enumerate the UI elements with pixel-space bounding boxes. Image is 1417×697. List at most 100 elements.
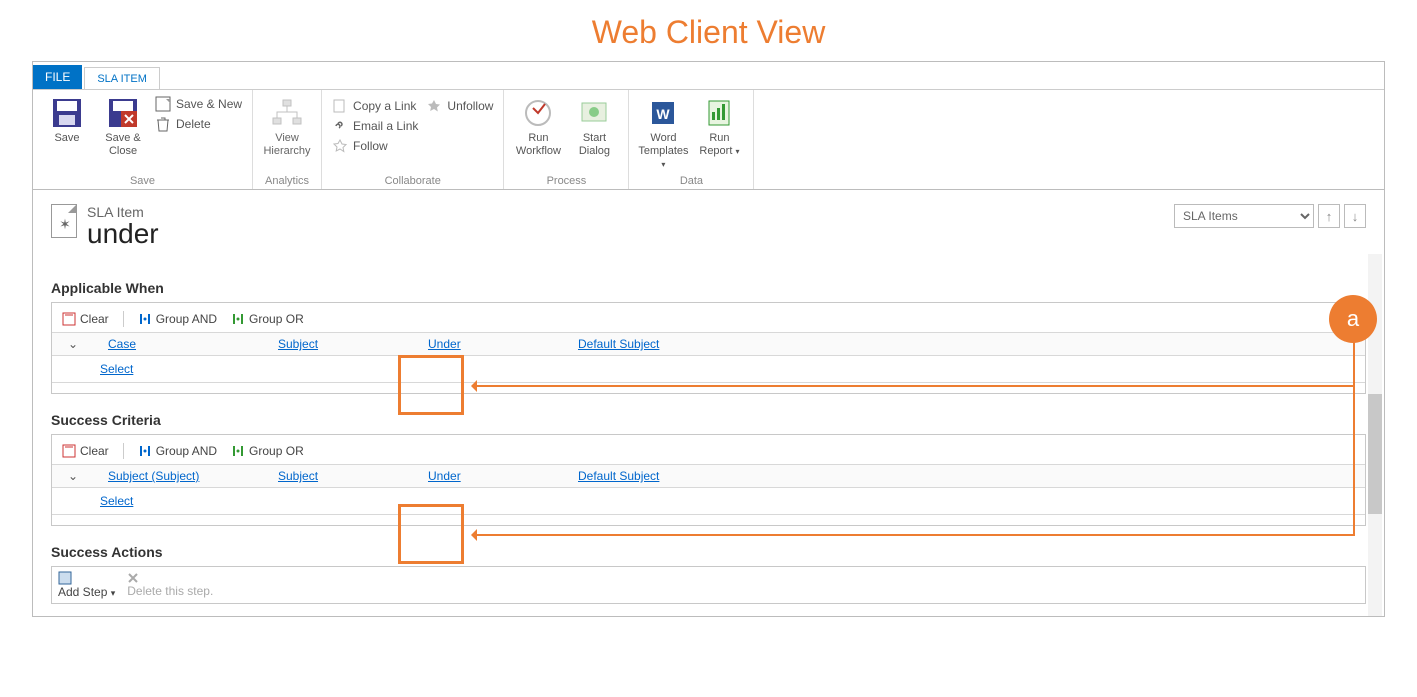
view-hierarchy-button[interactable]: View Hierarchy <box>259 94 315 173</box>
applicable-heading: Applicable When <box>51 280 1366 296</box>
group-and-icon <box>138 312 152 326</box>
email-link-label: Email a Link <box>353 119 418 133</box>
svg-text:W: W <box>657 106 671 122</box>
delete-step-button[interactable]: Delete this step. <box>127 572 213 598</box>
applicable-operator-link[interactable]: Under <box>428 337 578 351</box>
delete-icon <box>155 116 171 132</box>
ribbon-group-data: W Word Templates ▾ Run Report ▾ Data <box>629 90 754 189</box>
group-or-icon <box>231 312 245 326</box>
record-nav-next[interactable]: ↓ <box>1344 204 1366 228</box>
tab-file[interactable]: FILE <box>33 65 82 89</box>
ribbon-group-analytics: View Hierarchy Analytics <box>253 90 322 189</box>
form-body: Applicable When Clear Group AND Group OR <box>33 254 1384 616</box>
record-nav: SLA Items ↑ ↓ <box>1174 204 1366 228</box>
add-step-icon <box>58 571 115 585</box>
form-header: ✶ SLA Item under SLA Items ↑ ↓ <box>33 190 1384 254</box>
ribbon-group-process-label: Process <box>510 173 622 189</box>
group-or-icon <box>231 444 245 458</box>
tab-sla-item[interactable]: SLA ITEM <box>84 67 160 89</box>
arrow-up-icon: ↑ <box>1326 209 1333 224</box>
follow-label: Follow <box>353 139 388 153</box>
save-new-button[interactable]: Save & New <box>155 96 242 112</box>
ribbon-group-save: Save Save & Close Save & New <box>33 90 253 189</box>
applicable-clear-label: Clear <box>80 312 109 326</box>
actions-heading: Success Actions <box>51 544 1366 560</box>
add-step-button[interactable]: Add Step ▾ <box>58 571 115 599</box>
save-close-button[interactable]: Save & Close <box>95 94 151 173</box>
applicable-group-or-label: Group OR <box>249 312 304 326</box>
delete-step-label: Delete this step. <box>127 584 213 598</box>
add-step-label: Add Step <box>58 585 107 599</box>
copy-link-label: Copy a Link <box>353 99 416 113</box>
save-button[interactable]: Save <box>39 94 95 173</box>
applicable-condition-row[interactable]: ⌄ Case Subject Under Default Subject <box>52 332 1365 356</box>
follow-icon <box>332 138 348 154</box>
applicable-group-and-button[interactable]: Group AND <box>134 310 221 328</box>
ribbon-tabs: FILE SLA ITEM <box>33 62 1384 90</box>
success-group-and-button[interactable]: Group AND <box>134 442 221 460</box>
delete-step-icon <box>127 572 213 584</box>
word-templates-button[interactable]: W Word Templates ▾ <box>635 94 691 173</box>
applicable-value-link[interactable]: Default Subject <box>578 337 1359 351</box>
chevron-down-icon[interactable]: ⌄ <box>68 469 108 483</box>
email-link-button[interactable]: Email a Link <box>332 118 418 134</box>
workflow-icon <box>521 96 555 130</box>
success-group-or-label: Group OR <box>249 444 304 458</box>
follow-button[interactable]: Follow <box>332 138 418 154</box>
copy-link-button[interactable]: Copy a Link <box>332 98 418 114</box>
success-clear-button[interactable]: Clear <box>58 442 113 460</box>
applicable-group-and-label: Group AND <box>156 312 217 326</box>
start-dialog-label: Start Dialog <box>579 132 610 158</box>
success-heading: Success Criteria <box>51 412 1366 428</box>
success-entity-link[interactable]: Subject (Subject) <box>108 469 278 483</box>
ribbon-group-save-label: Save <box>39 173 246 189</box>
run-report-label: Run Report ▾ <box>699 132 739 158</box>
record-nav-select[interactable]: SLA Items <box>1174 204 1314 228</box>
success-condition-row[interactable]: ⌄ Subject (Subject) Subject Under Defaul… <box>52 464 1365 488</box>
success-select-link[interactable]: Select <box>100 494 140 508</box>
scrollbar-thumb[interactable] <box>1368 394 1382 514</box>
record-nav-prev[interactable]: ↑ <box>1318 204 1340 228</box>
applicable-select-row[interactable]: Select <box>52 356 1365 383</box>
success-group-or-button[interactable]: Group OR <box>227 442 308 460</box>
unfollow-icon <box>426 98 442 114</box>
dialog-icon <box>577 96 611 130</box>
unfollow-button[interactable]: Unfollow <box>426 98 493 114</box>
hierarchy-icon <box>270 96 304 130</box>
report-icon <box>702 96 736 130</box>
arrow-down-icon: ↓ <box>1352 209 1359 224</box>
delete-button[interactable]: Delete <box>155 116 242 132</box>
record-name: under <box>87 218 159 250</box>
unfollow-label: Unfollow <box>447 99 493 113</box>
applicable-group-or-button[interactable]: Group OR <box>227 310 308 328</box>
run-workflow-button[interactable]: Run Workflow <box>510 94 566 173</box>
ribbon-group-process: Run Workflow Start Dialog Process <box>504 90 629 189</box>
applicable-entity-link[interactable]: Case <box>108 337 278 351</box>
success-select-row[interactable]: Select <box>52 488 1365 515</box>
save-new-icon <box>155 96 171 112</box>
applicable-clear-button[interactable]: Clear <box>58 310 113 328</box>
success-value-link[interactable]: Default Subject <box>578 469 1359 483</box>
separator <box>123 443 124 459</box>
start-dialog-button[interactable]: Start Dialog <box>566 94 622 173</box>
success-toolbar: Clear Group AND Group OR <box>52 439 1365 464</box>
separator <box>123 311 124 327</box>
run-report-button[interactable]: Run Report ▾ <box>691 94 747 173</box>
applicable-field-link[interactable]: Subject <box>278 337 428 351</box>
save-new-label: Save & New <box>176 97 242 111</box>
view-hierarchy-label: View Hierarchy <box>263 132 310 158</box>
applicable-toolbar: Clear Group AND Group OR <box>52 307 1365 332</box>
email-link-icon <box>332 118 348 134</box>
applicable-select-link[interactable]: Select <box>100 362 140 376</box>
chevron-down-icon[interactable]: ⌄ <box>68 337 108 351</box>
app-window: FILE SLA ITEM Save Save & Close <box>32 61 1385 617</box>
clear-icon <box>62 444 76 458</box>
success-operator-link[interactable]: Under <box>428 469 578 483</box>
run-workflow-label: Run Workflow <box>516 132 561 158</box>
clear-icon <box>62 312 76 326</box>
success-field-link[interactable]: Subject <box>278 469 428 483</box>
word-icon: W <box>646 96 680 130</box>
svg-text:✶: ✶ <box>59 216 71 232</box>
ribbon-group-data-label: Data <box>635 173 747 189</box>
save-label: Save <box>54 132 79 145</box>
